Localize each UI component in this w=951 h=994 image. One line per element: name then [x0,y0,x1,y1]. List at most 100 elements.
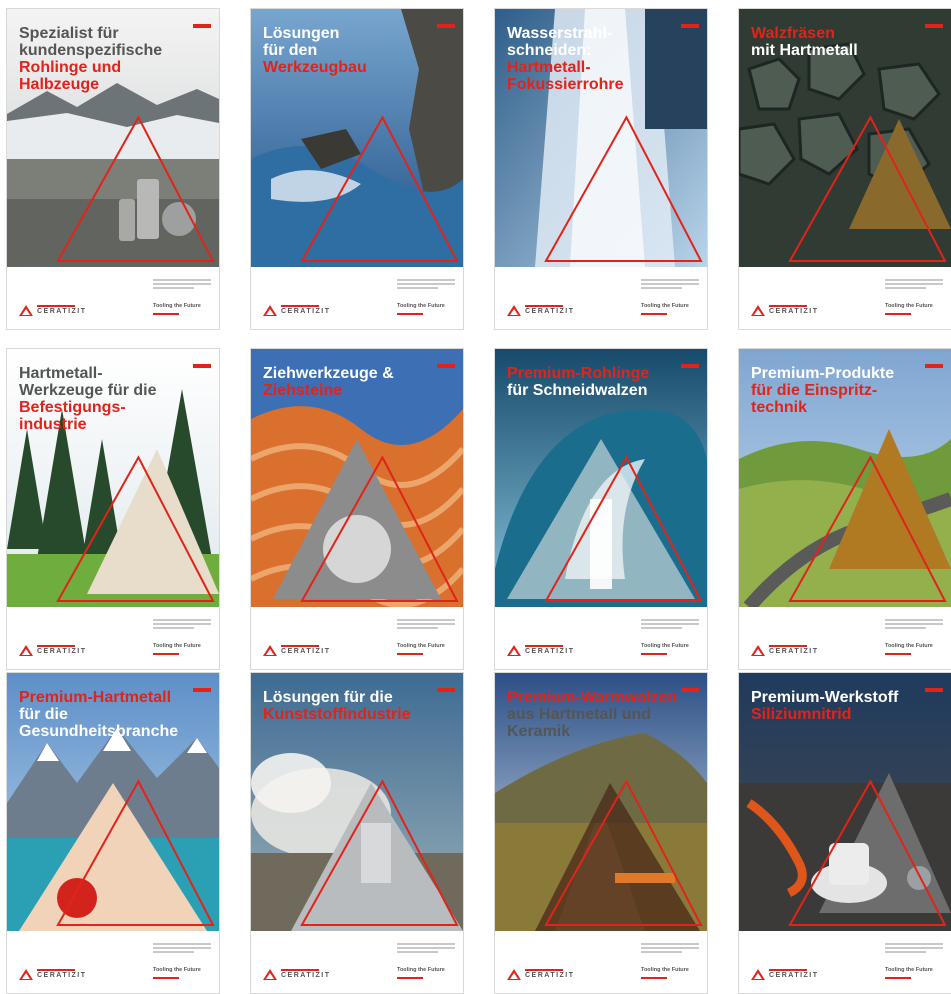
headline-line: Siliziumnitrid [751,706,852,723]
poster-headline: Lösungen für den Werkzeugbau [263,25,443,76]
poster-footer: CERATIZIT Tooling the Future [7,267,219,329]
poster-slogan: Tooling the Future [641,303,689,309]
headline-line: Lösungen [263,25,340,42]
fine-print-lines [153,943,211,955]
poster-headline: Premium-Rohlinge für Schneidwalzen [507,365,687,399]
logo-wordmark: CERATIZIT [525,308,575,315]
poster-card[interactable]: Wasserstrahl-schneiden: Hartmetall- Fokuss… [494,8,708,330]
ceratizit-logo: CERATIZIT [19,303,99,319]
headline-line: Wasserstrahl- [507,25,613,42]
poster-headline: Ziehwerkzeuge & Ziehsteine [263,365,443,399]
logo-bar [525,969,563,971]
poster-footer: CERATIZIT Tooling the Future [739,931,951,993]
ceratizit-logo: CERATIZIT [19,967,99,983]
headline-line: Hartmetall- [507,59,591,76]
triangle-logo-icon [507,969,521,980]
fine-print-lines [641,279,699,291]
logo-bar [525,645,563,647]
poster-card[interactable]: Hartmetall- Werkzeuge für die Befestigungs… [6,348,220,670]
triangle-logo-icon [19,969,33,980]
triangle-logo-icon [751,645,765,656]
logo-bar [769,969,807,971]
logo-bar [37,645,75,647]
poster-card[interactable]: Walzfräsen mit Hartmetall CERATIZIT Tooli… [738,8,951,330]
logo-wordmark: CERATIZIT [769,972,819,979]
url-line [153,313,179,315]
url-line [397,313,423,315]
poster-card[interactable]: Premium-Warmwalzen aus Hartmetall und Kera… [494,672,708,994]
poster-headline: Premium-Werkstoff Siliziumnitrid [751,689,931,723]
poster-headline: Hartmetall- Werkzeuge für die Befestigungs… [19,365,199,433]
headline-line: Keramik [507,723,571,740]
url-line [397,653,423,655]
triangle-logo-icon [263,645,277,656]
poster-card[interactable]: Lösungen für den Werkzeugbau CERATIZIT Too… [250,8,464,330]
poster-headline: Walzfräsen mit Hartmetall [751,25,931,59]
headline-line: Gesundheitsbranche [19,723,179,740]
poster-card[interactable]: Premium-Hartmetall für die Gesundheitsbran… [6,672,220,994]
fine-print-lines [153,279,211,291]
headline-line: mit Hartmetall [751,42,858,59]
poster-headline: Wasserstrahl-schneiden: Hartmetall- Fokuss… [507,25,687,93]
poster-slogan: Tooling the Future [153,643,201,649]
poster-slogan: Tooling the Future [153,967,201,973]
ceratizit-logo: CERATIZIT [263,967,343,983]
url-line [153,977,179,979]
ceratizit-logo: CERATIZIT [751,303,831,319]
url-line [641,313,667,315]
headline-line: für Schneidwalzen [507,382,648,399]
poster-card[interactable]: Lösungen für die Kunststoffindustrie CERA… [250,672,464,994]
poster-headline: Premium-Hartmetall für die Gesundheitsbran… [19,689,199,740]
triangle-logo-icon [507,305,521,316]
ceratizit-logo: CERATIZIT [19,643,99,659]
poster-footer: CERATIZIT Tooling the Future [251,931,463,993]
url-line [885,313,911,315]
ceratizit-logo: CERATIZIT [507,303,587,319]
headline-line: Premium-Werkstoff [751,689,899,706]
logo-bar [37,969,75,971]
headline-line: Premium-Produkte [751,365,895,382]
headline-line: Hartmetall- [19,365,103,382]
logo-bar [281,305,319,307]
poster-footer: CERATIZIT Tooling the Future [251,607,463,669]
logo-wordmark: CERATIZIT [281,972,331,979]
poster-card[interactable]: Premium-Produkte für die Einspritz-techni… [738,348,951,670]
headline-line: Ziehsteine [263,382,343,399]
fine-print-lines [641,943,699,955]
logo-wordmark: CERATIZIT [37,972,87,979]
headline-line: aus Hartmetall und [507,706,652,723]
poster-slogan: Tooling the Future [885,303,933,309]
ceratizit-logo: CERATIZIT [507,967,587,983]
headline-line: Werkzeuge für die [19,382,157,399]
poster-footer: CERATIZIT Tooling the Future [739,267,951,329]
poster-card[interactable]: Spezialist für kundenspezifische Rohlinge … [6,8,220,330]
poster-card[interactable]: Premium-Werkstoff Siliziumnitrid CERATIZI… [738,672,951,994]
url-line [641,653,667,655]
ceratizit-logo: CERATIZIT [263,303,343,319]
poster-card[interactable]: Premium-Rohlinge für Schneidwalzen CERATI… [494,348,708,670]
headline-line: Kunststoffindustrie [263,706,411,723]
poster-headline: Premium-Warmwalzen aus Hartmetall und Kera… [507,689,687,740]
fine-print-lines [885,619,943,631]
headline-line: für die [19,706,68,723]
triangle-logo-icon [263,969,277,980]
headline-line: kundenspezifische [19,42,163,59]
poster-slogan: Tooling the Future [885,967,933,973]
poster-slogan: Tooling the Future [885,643,933,649]
poster-card[interactable]: Ziehwerkzeuge & Ziehsteine CERATIZIT Tool… [250,348,464,670]
logo-wordmark: CERATIZIT [525,648,575,655]
logo-wordmark: CERATIZIT [37,308,87,315]
fine-print-lines [885,279,943,291]
url-line [153,653,179,655]
ceratizit-logo: CERATIZIT [751,643,831,659]
headline-line: für die Einspritz- [751,382,878,399]
logo-wordmark: CERATIZIT [769,308,819,315]
headline-line: Ziehwerkzeuge & [263,365,394,382]
headline-line: schneiden: [507,42,592,59]
poster-footer: CERATIZIT Tooling the Future [7,607,219,669]
headline-line: industrie [19,416,87,433]
poster-slogan: Tooling the Future [641,643,689,649]
headline-line: Premium-Warmwalzen [507,689,678,706]
logo-bar [37,305,75,307]
headline-line: Premium-Hartmetall [19,689,172,706]
